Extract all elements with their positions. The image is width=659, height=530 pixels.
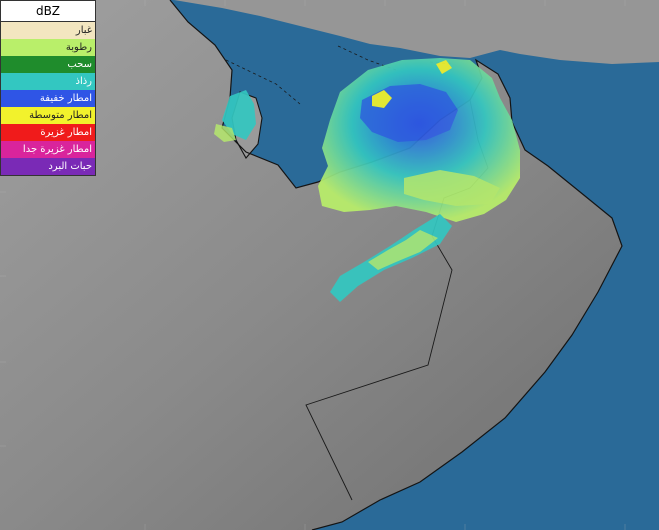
legend-rows: غبار رطوبة سحب رذاذ امطار خفيفة امطار متوسطة ا… bbox=[1, 22, 95, 175]
legend-item: سحب bbox=[1, 56, 95, 73]
legend-item: رطوبة bbox=[1, 39, 95, 56]
legend: dBZ غبار رطوبة سحب رذاذ امطار خفيفة امطار متو… bbox=[0, 0, 96, 176]
radar-map bbox=[0, 0, 659, 530]
legend-title: dBZ bbox=[1, 1, 95, 22]
legend-item: رذاذ bbox=[1, 73, 95, 90]
legend-item: غبار bbox=[1, 22, 95, 39]
legend-item: حبات البرد bbox=[1, 158, 95, 175]
legend-item: امطار خفيفة bbox=[1, 90, 95, 107]
legend-item: امطار متوسطة bbox=[1, 107, 95, 124]
legend-item: امطار غزيرة bbox=[1, 124, 95, 141]
legend-item: امطار غزيرة جدا bbox=[1, 141, 95, 158]
